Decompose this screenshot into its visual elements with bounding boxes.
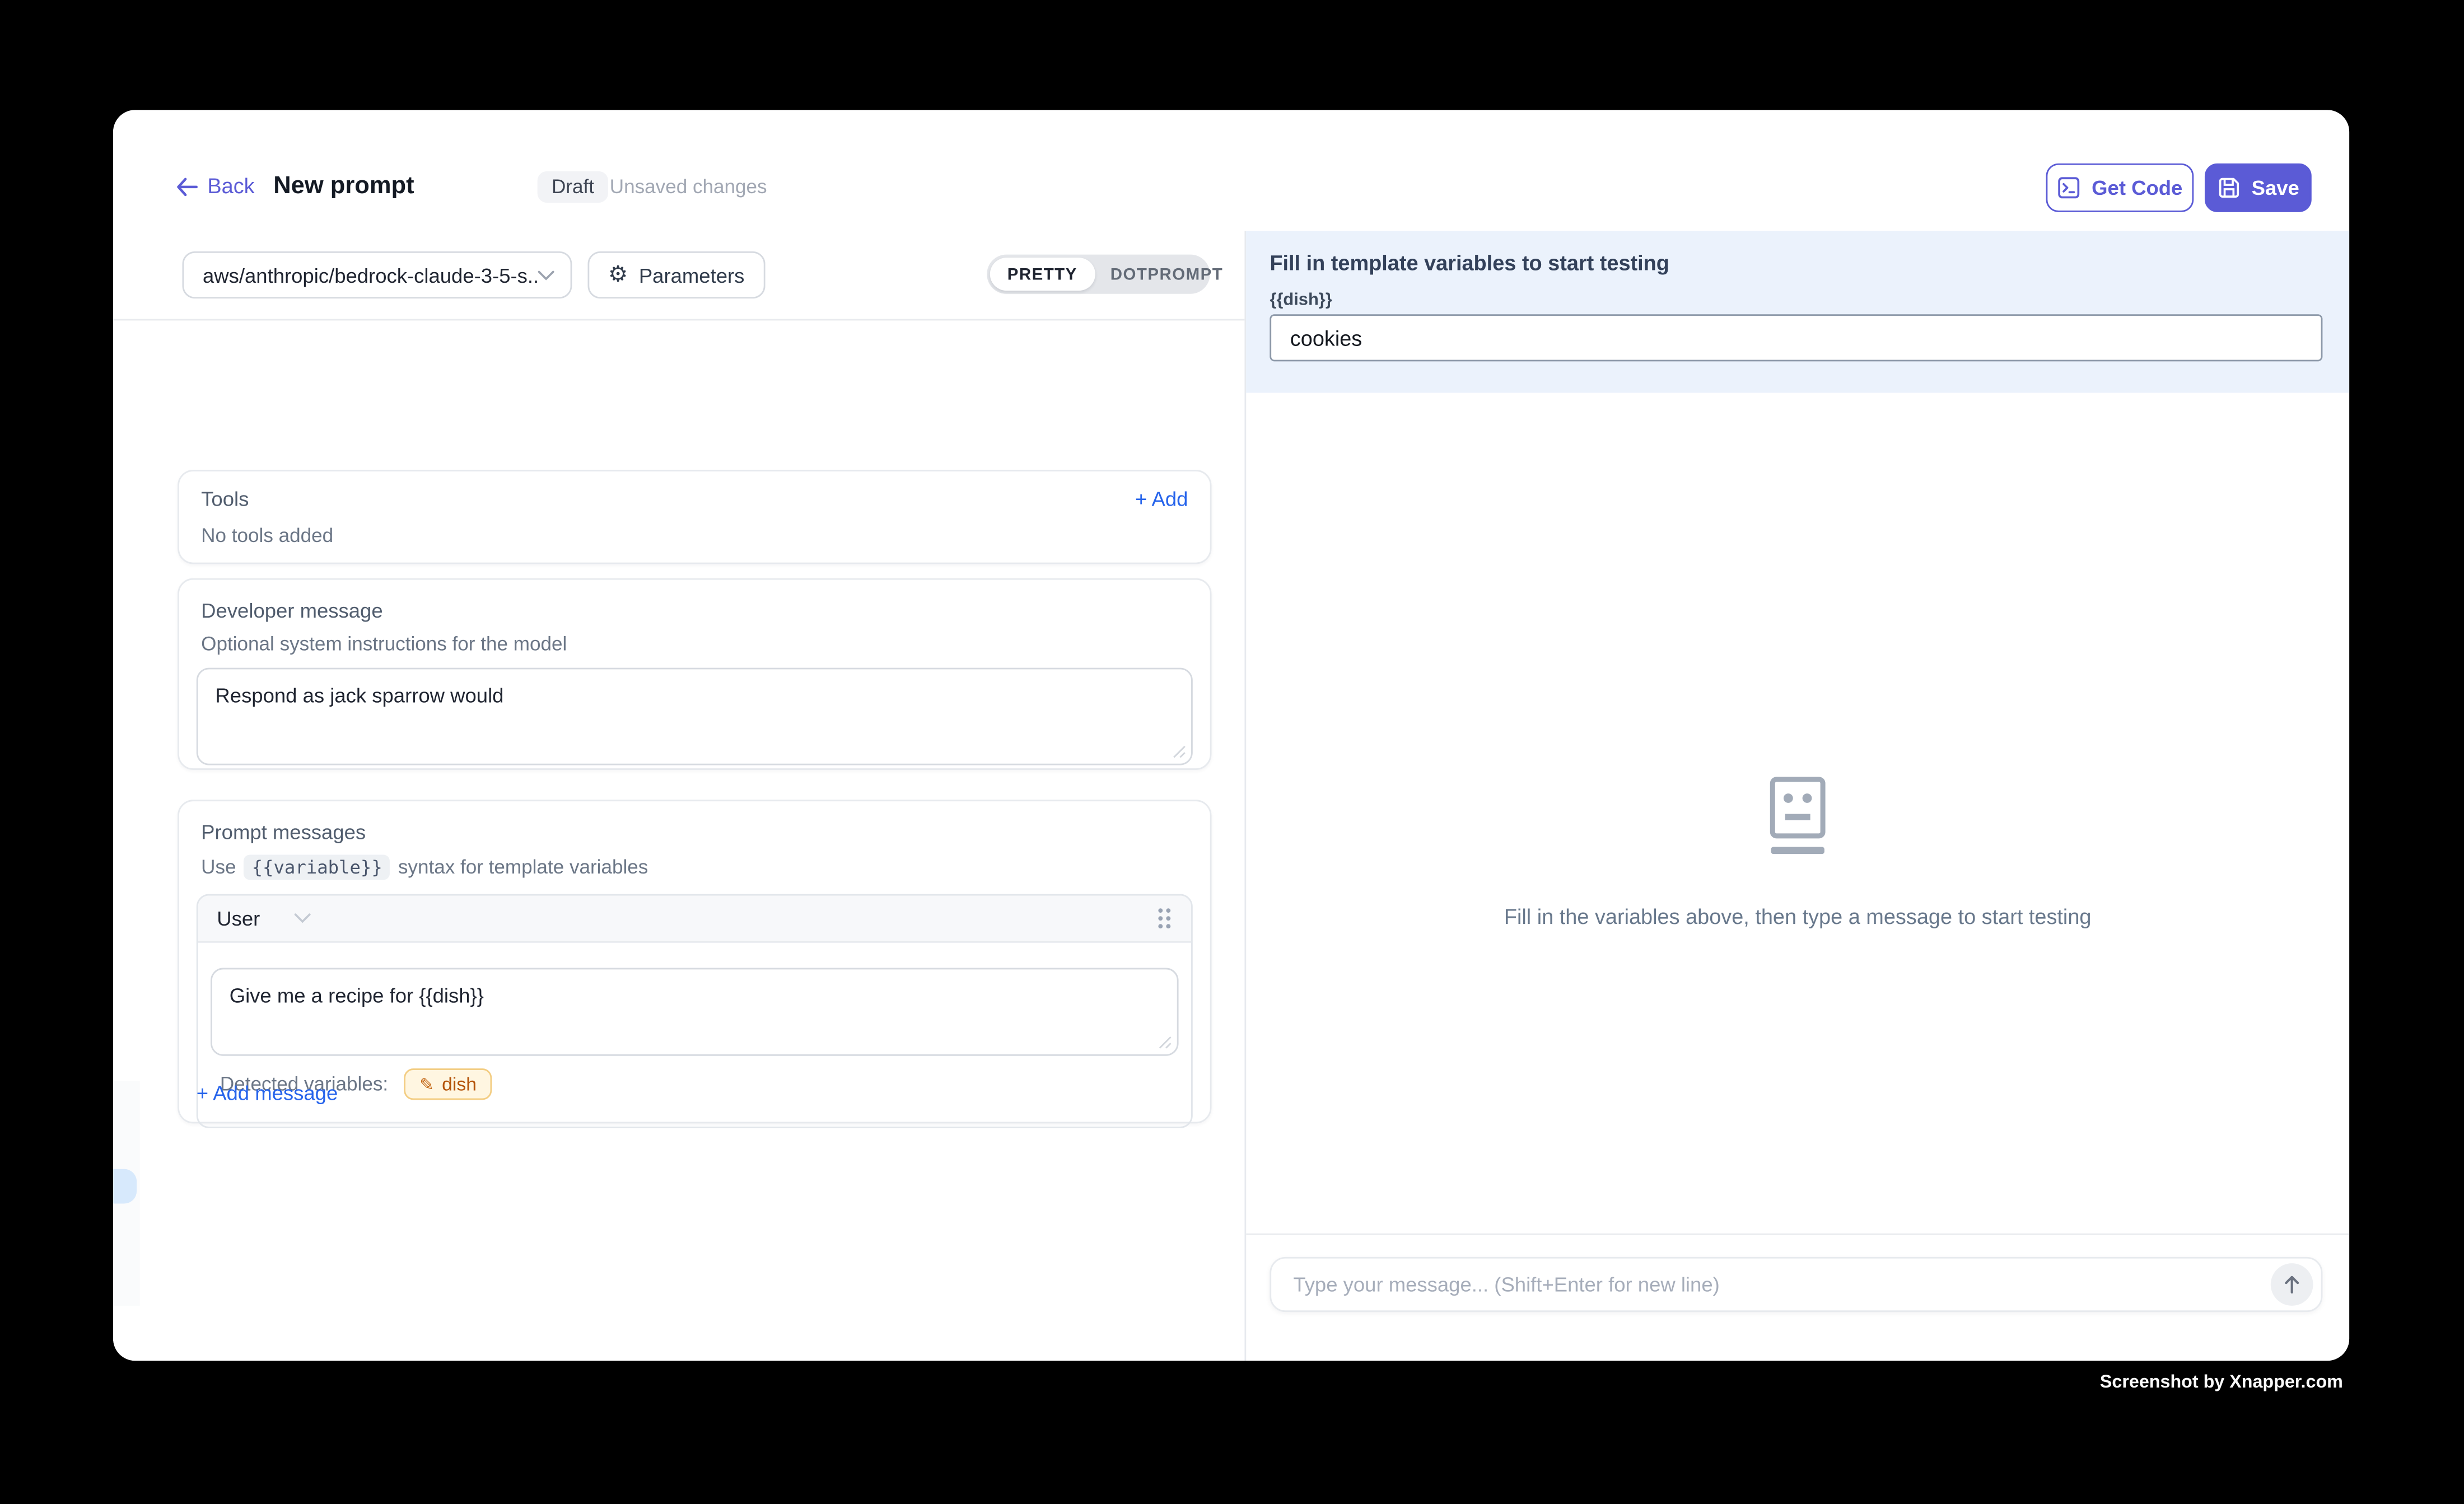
prompt-messages-title: Prompt messages [201,820,1193,844]
prompt-messages-card: Prompt messages Use {{variable}} syntax … [178,800,1211,1123]
toggle-dotprompt[interactable]: DOTPROMPT [1095,258,1239,291]
prompt-messages-subtitle: Use {{variable}} syntax for template var… [201,855,1193,880]
message-textarea[interactable]: Give me a recipe for {{dish}} [212,969,1177,1054]
chat-empty-state: Fill in the variables above, then type a… [1246,393,2349,1234]
pencil-icon: ✎ [419,1076,434,1093]
message-textarea-wrap: Give me a recipe for {{dish}} [211,968,1179,1056]
save-label: Save [2252,176,2299,199]
resize-grip-icon[interactable] [1172,745,1186,759]
developer-message-title: Developer message [201,599,1193,622]
chevron-down-icon [538,269,555,281]
watermark-text: Screenshot by Xnapper.com [1851,1374,2343,1393]
message-body: Give me a recipe for {{dish}} Detected v… [198,943,1191,1127]
empty-state-text: Fill in the variables above, then type a… [1504,905,2092,928]
model-selector[interactable]: aws/anthropic/bedrock-claude-3-5-s... [183,251,572,298]
back-arrow-icon [176,177,198,196]
chat-message-input[interactable] [1271,1273,2271,1296]
save-icon [2217,176,2241,199]
terminal-icon [2057,176,2080,199]
variable-value-input[interactable] [1270,314,2322,361]
test-column: Fill in template variables to start test… [1244,231,2349,1361]
editor-column: aws/anthropic/bedrock-claude-3-5-s... ⚙ … [113,231,1244,1361]
add-message-button[interactable]: + Add message [197,1081,338,1105]
developer-message-textarea-wrap: Respond as jack sparrow would [197,668,1193,765]
send-button[interactable] [2271,1263,2313,1306]
back-label: Back [207,174,254,198]
add-tool-button[interactable]: + Add [1135,487,1188,511]
unsaved-changes-text: Unsaved changes [610,176,767,198]
screenshot-stage: Back New prompt Draft Unsaved changes Ge… [0,0,2464,1503]
chat-input-box [1270,1257,2322,1312]
page-title: New prompt [273,173,414,202]
developer-message-card: Developer message Optional system instru… [178,578,1211,770]
get-code-button[interactable]: Get Code [2046,164,2194,212]
detected-variables-row: Detected variables: ✎ dish [220,1068,1179,1100]
save-button[interactable]: Save [2205,164,2312,212]
model-selector-value: aws/anthropic/bedrock-claude-3-5-s... [203,263,538,287]
developer-message-subtitle: Optional system instructions for the mod… [201,633,1193,655]
toggle-pretty[interactable]: PRETTY [990,258,1095,291]
subtitle-prefix: Use [201,856,236,878]
message-block: User Give me a recipe for {{dish}} Detec… [197,894,1193,1128]
variable-syntax-chip: {{variable}} [244,855,390,880]
developer-message-textarea[interactable]: Respond as jack sparrow would [198,669,1191,763]
variable-badge-dish[interactable]: ✎ dish [404,1068,492,1100]
parameters-button[interactable]: ⚙ Parameters [587,251,764,298]
parameters-label: Parameters [639,263,745,287]
chat-input-area [1246,1234,2349,1361]
tools-card: Tools + Add No tools added [178,470,1211,564]
role-select[interactable]: User [217,907,260,930]
back-button[interactable]: Back [176,174,254,198]
status-badge: Draft [538,171,609,203]
template-variables-panel: Fill in template variables to start test… [1246,231,2349,393]
add-message-label: + Add message [197,1081,338,1105]
subtitle-suffix: syntax for template variables [398,856,648,878]
resize-grip-icon[interactable] [1158,1035,1172,1049]
chevron-down-icon[interactable] [295,913,312,924]
header: Back New prompt Draft Unsaved changes Ge… [113,110,2349,231]
editor-toolbar: aws/anthropic/bedrock-claude-3-5-s... ⚙ … [113,231,1244,320]
drag-handle-icon[interactable] [1156,907,1172,930]
gear-icon: ⚙ [608,264,628,286]
variable-label: {{dish}} [1270,291,1332,310]
tools-empty-text: No tools added [201,525,1188,547]
message-role-row: User [198,895,1191,942]
app-window: Back New prompt Draft Unsaved changes Ge… [113,110,2349,1361]
tools-title: Tools [201,487,249,511]
send-arrow-icon [2281,1274,2302,1295]
variables-panel-title: Fill in template variables to start test… [1270,251,1669,275]
left-edge-highlight [113,1169,137,1204]
get-code-label: Get Code [2092,176,2182,199]
view-mode-toggle: PRETTY DOTPROMPT [987,255,1210,294]
robot-icon [1770,776,1826,858]
variable-name: dish [442,1073,477,1095]
